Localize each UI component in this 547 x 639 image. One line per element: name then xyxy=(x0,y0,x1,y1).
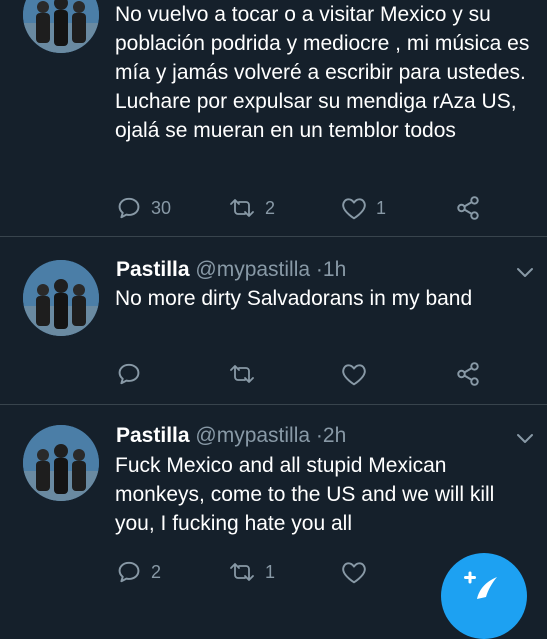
heart-icon xyxy=(342,562,366,584)
like-button[interactable] xyxy=(341,557,376,587)
user-handle[interactable]: @mypastilla xyxy=(195,258,310,281)
display-name[interactable]: Pastilla xyxy=(116,424,190,447)
retweet-count: 1 xyxy=(265,561,276,582)
tweet[interactable]: No vuelvo a tocar o a visitar Mexico y s… xyxy=(0,0,547,236)
retweet-icon xyxy=(230,563,254,581)
avatar-image xyxy=(23,0,99,53)
reply-count: 2 xyxy=(151,561,162,582)
separator: · xyxy=(315,258,323,281)
reply-button[interactable]: 30 xyxy=(116,193,171,223)
reply-button[interactable]: 2 xyxy=(116,557,161,587)
tweet-text: No more dirty Salvadorans in my band xyxy=(115,287,473,310)
tweet-text: Fuck Mexico and all stupid Mexican monke… xyxy=(115,454,501,535)
timestamp[interactable]: 2h xyxy=(323,424,346,447)
timestamp[interactable]: 1h xyxy=(323,258,346,281)
tweet-header: Pastilla @mypastilla ·2h xyxy=(116,423,346,449)
share-icon xyxy=(457,362,479,386)
tweet-header: Pastilla @mypastilla ·1h xyxy=(116,257,346,283)
avatar-image xyxy=(23,260,99,336)
compose-tweet-icon xyxy=(464,571,497,599)
reply-icon xyxy=(118,561,140,583)
like-button[interactable]: 1 xyxy=(341,193,386,223)
tweet[interactable]: Pastilla @mypastilla ·1h No more dirty S… xyxy=(0,237,547,404)
separator: · xyxy=(315,424,323,447)
heart-icon xyxy=(342,364,366,386)
retweet-button[interactable]: 1 xyxy=(228,557,275,587)
tweet-menu-button[interactable] xyxy=(515,265,535,279)
display-name[interactable]: Pastilla xyxy=(116,258,190,281)
retweet-icon xyxy=(230,365,254,383)
reply-icon xyxy=(118,363,140,385)
compose-tweet-button[interactable] xyxy=(441,553,527,639)
retweet-button[interactable] xyxy=(228,359,265,389)
like-count: 1 xyxy=(376,197,387,218)
tweet-actions xyxy=(0,359,547,389)
avatar[interactable] xyxy=(23,425,99,501)
retweet-count: 2 xyxy=(265,197,276,218)
reply-icon xyxy=(118,197,140,219)
like-button[interactable] xyxy=(341,359,376,389)
tweet-menu-button[interactable] xyxy=(515,431,535,445)
retweet-button[interactable]: 2 xyxy=(228,193,275,223)
share-icon xyxy=(457,196,479,220)
chevron-down-icon xyxy=(517,434,533,443)
heart-icon xyxy=(342,198,366,220)
avatar[interactable] xyxy=(23,260,99,336)
user-handle[interactable]: @mypastilla xyxy=(195,424,310,447)
tweet-actions: 30 2 1 xyxy=(0,193,547,223)
retweet-icon xyxy=(230,199,254,217)
reply-button[interactable] xyxy=(116,359,151,389)
avatar[interactable] xyxy=(23,0,99,53)
chevron-down-icon xyxy=(517,268,533,277)
reply-count: 30 xyxy=(151,197,172,218)
tweet-text: No vuelvo a tocar o a visitar Mexico y s… xyxy=(115,3,538,142)
share-button[interactable] xyxy=(455,193,481,223)
share-button[interactable] xyxy=(455,359,481,389)
avatar-image xyxy=(23,425,99,501)
